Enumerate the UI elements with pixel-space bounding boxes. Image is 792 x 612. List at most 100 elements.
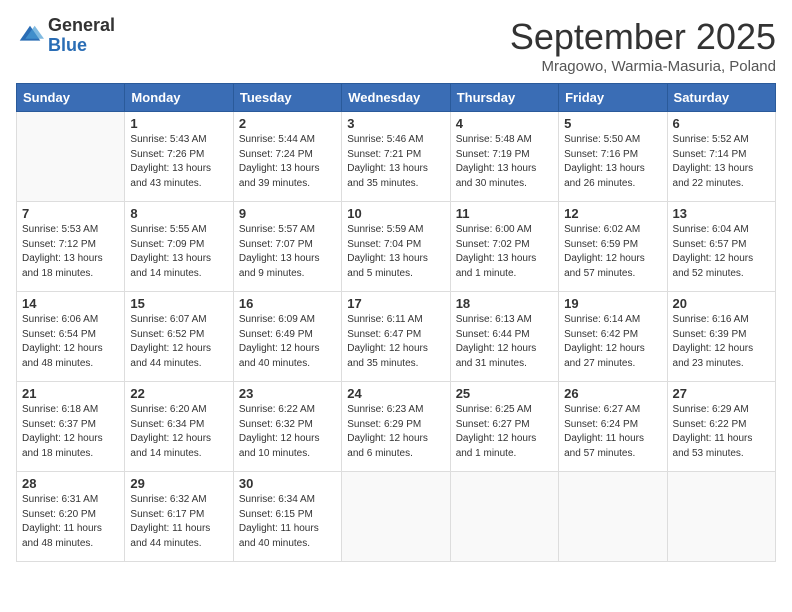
logo-icon [16,22,44,50]
day-info: Sunrise: 5:50 AM Sunset: 7:16 PM Dayligh… [564,133,661,191]
calendar-cell: 19 Sunrise: 6:14 AM Sunset: 6:42 PM Dayl… [559,292,667,382]
day-number: 17 [347,296,444,311]
day-number: 4 [456,116,553,131]
day-info: Sunrise: 6:31 AM Sunset: 6:20 PM Dayligh… [22,493,119,551]
day-info: Sunrise: 5:52 AM Sunset: 7:14 PM Dayligh… [673,133,770,191]
calendar-cell: 29 Sunrise: 6:32 AM Sunset: 6:17 PM Dayl… [125,472,233,562]
day-number: 7 [22,206,119,221]
calendar-cell: 16 Sunrise: 6:09 AM Sunset: 6:49 PM Dayl… [233,292,341,382]
day-number: 28 [22,476,119,491]
calendar-cell: 22 Sunrise: 6:20 AM Sunset: 6:34 PM Dayl… [125,382,233,472]
calendar-cell: 20 Sunrise: 6:16 AM Sunset: 6:39 PM Dayl… [667,292,775,382]
day-info: Sunrise: 6:34 AM Sunset: 6:15 PM Dayligh… [239,493,336,551]
day-info: Sunrise: 6:22 AM Sunset: 6:32 PM Dayligh… [239,403,336,461]
header-day-saturday: Saturday [667,84,775,112]
day-number: 14 [22,296,119,311]
logo: General Blue [16,16,115,56]
week-row-5: 28 Sunrise: 6:31 AM Sunset: 6:20 PM Dayl… [17,472,776,562]
day-number: 18 [456,296,553,311]
calendar-cell: 8 Sunrise: 5:55 AM Sunset: 7:09 PM Dayli… [125,202,233,292]
calendar-cell: 23 Sunrise: 6:22 AM Sunset: 6:32 PM Dayl… [233,382,341,472]
day-number: 10 [347,206,444,221]
calendar-cell: 12 Sunrise: 6:02 AM Sunset: 6:59 PM Dayl… [559,202,667,292]
location: Mragowo, Warmia-Masuria, Poland [510,58,776,75]
calendar-cell: 5 Sunrise: 5:50 AM Sunset: 7:16 PM Dayli… [559,112,667,202]
header-day-thursday: Thursday [450,84,558,112]
calendar-cell [559,472,667,562]
day-number: 20 [673,296,770,311]
day-number: 3 [347,116,444,131]
day-number: 12 [564,206,661,221]
header-day-friday: Friday [559,84,667,112]
day-info: Sunrise: 5:44 AM Sunset: 7:24 PM Dayligh… [239,133,336,191]
calendar-cell: 10 Sunrise: 5:59 AM Sunset: 7:04 PM Dayl… [342,202,450,292]
calendar-table: SundayMondayTuesdayWednesdayThursdayFrid… [16,83,776,562]
day-info: Sunrise: 6:06 AM Sunset: 6:54 PM Dayligh… [22,313,119,371]
day-info: Sunrise: 6:18 AM Sunset: 6:37 PM Dayligh… [22,403,119,461]
week-row-1: 1 Sunrise: 5:43 AM Sunset: 7:26 PM Dayli… [17,112,776,202]
calendar-cell: 28 Sunrise: 6:31 AM Sunset: 6:20 PM Dayl… [17,472,125,562]
day-info: Sunrise: 6:04 AM Sunset: 6:57 PM Dayligh… [673,223,770,281]
day-number: 26 [564,386,661,401]
header-day-tuesday: Tuesday [233,84,341,112]
day-number: 11 [456,206,553,221]
calendar-cell: 7 Sunrise: 5:53 AM Sunset: 7:12 PM Dayli… [17,202,125,292]
page-header: General Blue September 2025 Mragowo, War… [16,16,776,75]
day-info: Sunrise: 6:16 AM Sunset: 6:39 PM Dayligh… [673,313,770,371]
day-info: Sunrise: 6:32 AM Sunset: 6:17 PM Dayligh… [130,493,227,551]
day-number: 1 [130,116,227,131]
day-info: Sunrise: 5:59 AM Sunset: 7:04 PM Dayligh… [347,223,444,281]
logo-text: General Blue [48,16,115,56]
week-row-3: 14 Sunrise: 6:06 AM Sunset: 6:54 PM Dayl… [17,292,776,382]
day-info: Sunrise: 6:02 AM Sunset: 6:59 PM Dayligh… [564,223,661,281]
day-info: Sunrise: 6:23 AM Sunset: 6:29 PM Dayligh… [347,403,444,461]
calendar-cell: 25 Sunrise: 6:25 AM Sunset: 6:27 PM Dayl… [450,382,558,472]
logo-general: General [48,16,115,36]
day-info: Sunrise: 5:57 AM Sunset: 7:07 PM Dayligh… [239,223,336,281]
header-day-wednesday: Wednesday [342,84,450,112]
day-number: 23 [239,386,336,401]
day-number: 25 [456,386,553,401]
calendar-cell [667,472,775,562]
calendar-cell [17,112,125,202]
calendar-cell: 11 Sunrise: 6:00 AM Sunset: 7:02 PM Dayl… [450,202,558,292]
header-row: SundayMondayTuesdayWednesdayThursdayFrid… [17,84,776,112]
day-number: 27 [673,386,770,401]
logo-blue: Blue [48,36,115,56]
day-number: 24 [347,386,444,401]
calendar-cell: 14 Sunrise: 6:06 AM Sunset: 6:54 PM Dayl… [17,292,125,382]
day-info: Sunrise: 5:48 AM Sunset: 7:19 PM Dayligh… [456,133,553,191]
day-info: Sunrise: 5:46 AM Sunset: 7:21 PM Dayligh… [347,133,444,191]
calendar-cell: 1 Sunrise: 5:43 AM Sunset: 7:26 PM Dayli… [125,112,233,202]
week-row-2: 7 Sunrise: 5:53 AM Sunset: 7:12 PM Dayli… [17,202,776,292]
day-number: 29 [130,476,227,491]
day-info: Sunrise: 6:13 AM Sunset: 6:44 PM Dayligh… [456,313,553,371]
calendar-cell: 4 Sunrise: 5:48 AM Sunset: 7:19 PM Dayli… [450,112,558,202]
day-info: Sunrise: 5:55 AM Sunset: 7:09 PM Dayligh… [130,223,227,281]
day-number: 22 [130,386,227,401]
calendar-cell: 9 Sunrise: 5:57 AM Sunset: 7:07 PM Dayli… [233,202,341,292]
day-info: Sunrise: 6:14 AM Sunset: 6:42 PM Dayligh… [564,313,661,371]
day-info: Sunrise: 6:27 AM Sunset: 6:24 PM Dayligh… [564,403,661,461]
calendar-cell [450,472,558,562]
day-number: 6 [673,116,770,131]
calendar-cell: 18 Sunrise: 6:13 AM Sunset: 6:44 PM Dayl… [450,292,558,382]
day-info: Sunrise: 6:29 AM Sunset: 6:22 PM Dayligh… [673,403,770,461]
week-row-4: 21 Sunrise: 6:18 AM Sunset: 6:37 PM Dayl… [17,382,776,472]
title-block: September 2025 Mragowo, Warmia-Masuria, … [510,16,776,75]
day-number: 8 [130,206,227,221]
calendar-header: SundayMondayTuesdayWednesdayThursdayFrid… [17,84,776,112]
day-info: Sunrise: 6:07 AM Sunset: 6:52 PM Dayligh… [130,313,227,371]
calendar-cell: 27 Sunrise: 6:29 AM Sunset: 6:22 PM Dayl… [667,382,775,472]
calendar-cell: 26 Sunrise: 6:27 AM Sunset: 6:24 PM Dayl… [559,382,667,472]
day-info: Sunrise: 6:11 AM Sunset: 6:47 PM Dayligh… [347,313,444,371]
day-info: Sunrise: 6:20 AM Sunset: 6:34 PM Dayligh… [130,403,227,461]
day-number: 19 [564,296,661,311]
day-number: 13 [673,206,770,221]
day-info: Sunrise: 5:53 AM Sunset: 7:12 PM Dayligh… [22,223,119,281]
day-number: 16 [239,296,336,311]
calendar-cell: 17 Sunrise: 6:11 AM Sunset: 6:47 PM Dayl… [342,292,450,382]
calendar-cell: 3 Sunrise: 5:46 AM Sunset: 7:21 PM Dayli… [342,112,450,202]
calendar-cell: 2 Sunrise: 5:44 AM Sunset: 7:24 PM Dayli… [233,112,341,202]
day-info: Sunrise: 6:09 AM Sunset: 6:49 PM Dayligh… [239,313,336,371]
